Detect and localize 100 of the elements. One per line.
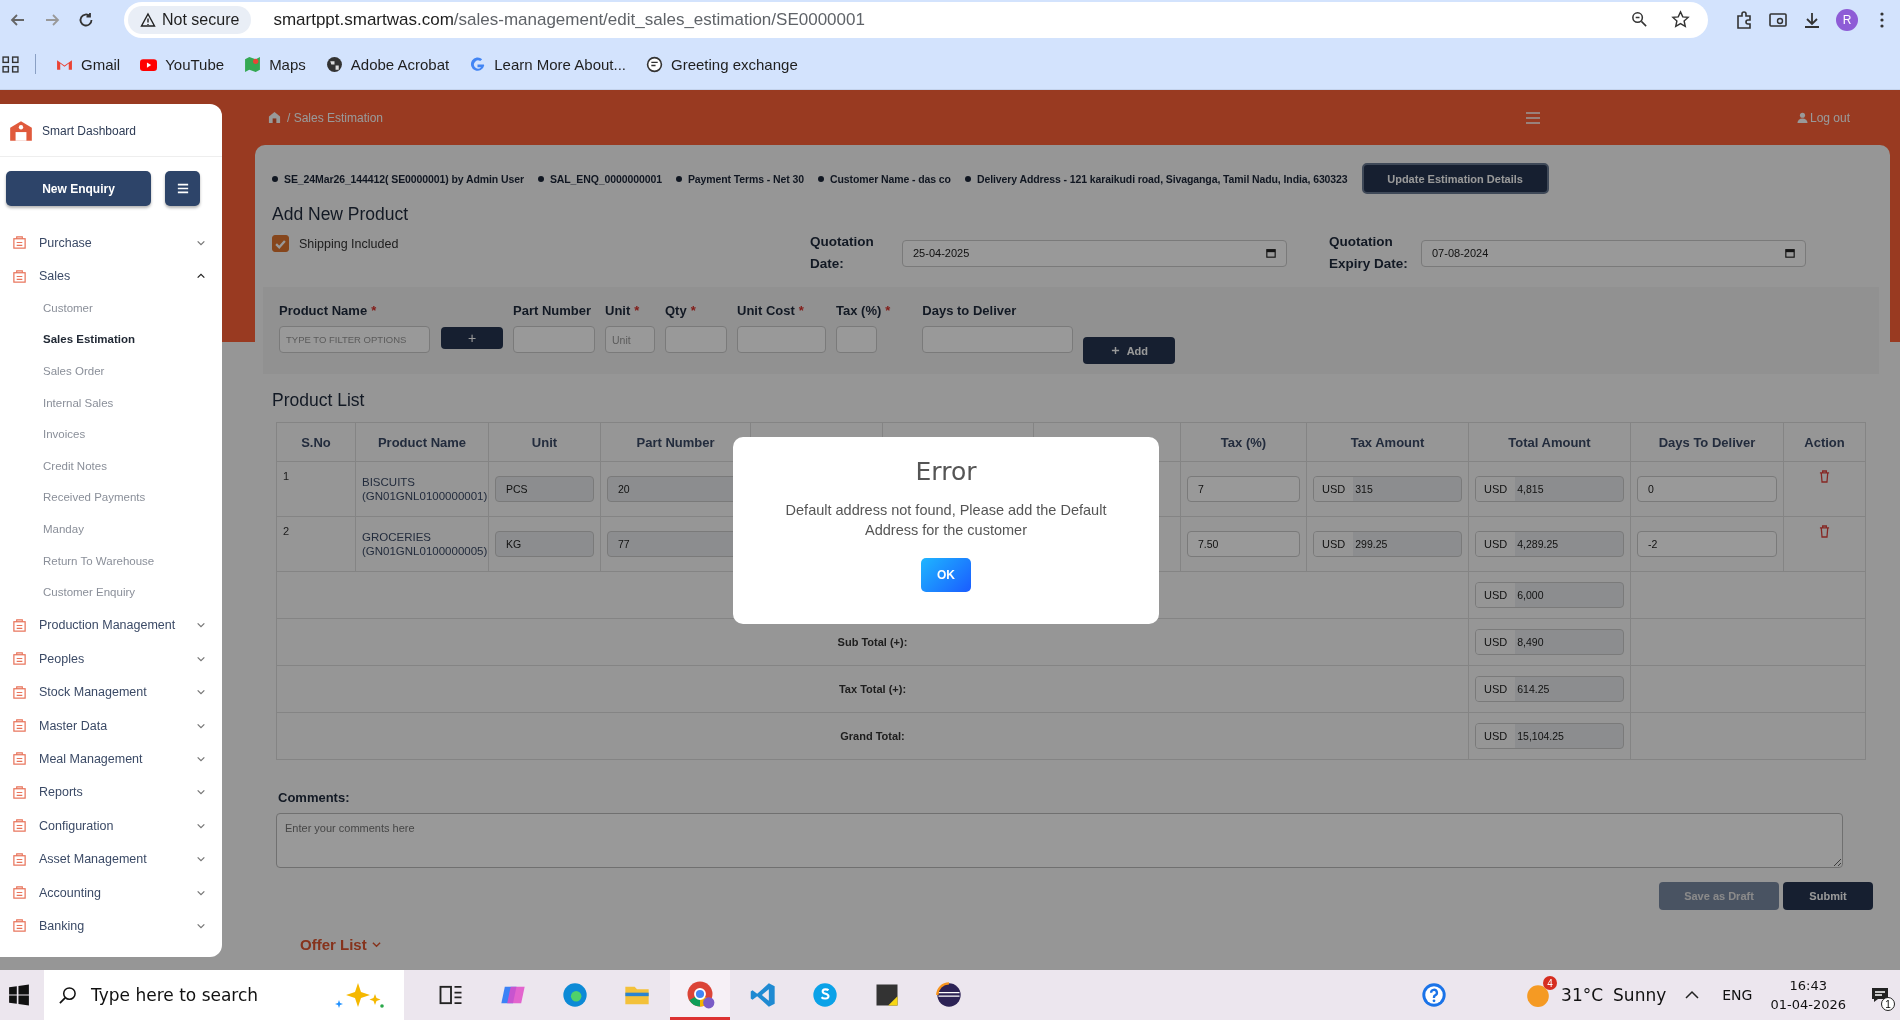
url-text[interactable]: smartppt.smartwas.com/sales-management/edit_sales_estimation/SE0000001 [273,9,1608,30]
unit-cost-field[interactable] [737,326,826,353]
bookmark-link[interactable]: Learn More About... [469,55,626,73]
home-icon[interactable] [268,111,281,124]
map-icon [244,55,262,73]
sidebar-subitem[interactable]: Customer [0,292,222,325]
bookmark-link[interactable]: Maps [244,55,306,73]
sidebar-item[interactable]: Meal Management [0,742,222,776]
sidebar-subitem[interactable]: Credit Notes [0,450,222,483]
help-icon[interactable] [1420,981,1449,1009]
menu-button[interactable] [165,171,200,206]
field-label: Tax (%) [836,303,882,318]
new-enquiry-button[interactable]: New Enquiry [6,171,151,206]
edge-browser-icon[interactable] [561,981,589,1009]
total-field[interactable]: USD 15,104.25 [1475,723,1624,749]
sidebar-subitem[interactable]: Internal Sales [0,387,222,420]
bookmark-link[interactable]: Gmail [56,55,121,73]
sidebar-subitem[interactable]: Sales Order [0,355,222,388]
unit-field[interactable]: Unit [605,326,655,353]
total-field[interactable]: USD 6,000 [1475,582,1624,608]
table-cell: 1 [276,461,356,517]
bookmark-link[interactable]: Greeting exchange [646,55,798,73]
sidebar-item[interactable]: Master Data [0,708,222,743]
bookmark-link[interactable]: YouTube [140,55,225,73]
item-days-field[interactable]: -2 [1637,531,1777,557]
sidebar-item[interactable]: Peoples [0,642,222,676]
module-icon [12,818,27,834]
profile-avatar[interactable]: R [1836,8,1858,31]
chrome-app-icon[interactable] [670,970,730,1020]
qty-field[interactable] [665,326,727,353]
code-editor-icon[interactable] [749,981,777,1009]
update-estimation-button[interactable]: Update Estimation Details [1361,163,1549,194]
sidebar-subitem[interactable]: Return To Warehouse [0,545,222,578]
item-tax-amount-field[interactable]: USD 315 [1313,476,1462,502]
sidebar-subitem[interactable]: Customer Enquiry [0,577,222,609]
part-number-field[interactable] [513,326,595,353]
apps-grid-icon[interactable] [2,55,19,73]
quotation-date-field[interactable]: 25-04-2025 [902,239,1287,267]
section-title: Product List [272,390,366,411]
breadcrumb: / Sales Estimation [287,110,384,125]
item-tax-field[interactable]: 7.50 [1187,531,1300,557]
sidebar-subitem[interactable]: Received Payments [0,482,222,514]
total-field[interactable]: USD 614.25 [1475,676,1624,702]
add-button[interactable]: Add [1083,337,1176,364]
sidebar-item[interactable]: Configuration [0,809,222,843]
expiry-date-field[interactable]: 07-08-2024 [1421,239,1806,267]
module-icon [12,684,27,700]
sidebar-item[interactable]: Banking [0,909,222,943]
eclipse-icon[interactable] [935,981,963,1009]
sidebar-item[interactable]: Purchase [0,226,222,260]
skype-icon[interactable] [811,981,839,1009]
sidebar-subitem[interactable]: Invoices [0,419,222,451]
weather-condition: Sunny [1613,985,1667,1005]
windows-logo-icon[interactable] [8,984,30,1006]
sidebar-subitem[interactable]: Sales Estimation [0,324,222,356]
sidebar-item[interactable]: Asset Management [0,842,222,876]
item-tax-field[interactable]: 7 [1187,476,1300,502]
puzzle-icon[interactable] [1734,9,1754,30]
sidebar-item[interactable]: Reports [0,775,222,810]
sidebar-item[interactable]: Stock Management [0,675,222,709]
sidebar-item[interactable]: Production Management [0,608,222,643]
item-unit-field[interactable]: KG [495,531,594,557]
required-mark: * [885,303,891,318]
submit-button[interactable]: Submit [1783,882,1873,910]
ok-button[interactable]: OK [921,558,971,592]
field-label: Qty [665,303,687,318]
clock[interactable]: 16:43 01-04-2026 [1770,976,1846,1014]
item-total-amount-field[interactable]: USD 4,815 [1475,476,1624,502]
item-total-amount-field[interactable]: USD 4,289.25 [1475,531,1624,557]
shipping-checkbox[interactable]: Shipping Included [272,235,810,252]
delete-icon[interactable] [1819,525,1830,538]
product-name-field[interactable]: TYPE TO FILTER OPTIONS [279,326,430,353]
item-unit-field[interactable]: PCS [495,476,594,502]
sidebar-subitem[interactable]: Manday [0,513,222,546]
add-product-button[interactable]: + [441,326,503,349]
brand-name[interactable]: Smart Dashboard [42,124,137,138]
calendar-icon[interactable] [1266,248,1276,258]
days-to-deliver-field[interactable] [922,326,1074,353]
item-tax-amount-field[interactable]: USD 299.25 [1313,531,1462,557]
notifications-button[interactable]: 1 [1860,977,1900,1013]
comments-field[interactable]: Enter your comments here [276,813,1843,868]
security-chip[interactable]: Not secure [128,5,252,34]
item-days-field[interactable]: 0 [1637,476,1777,502]
field-label: Unit [605,303,631,318]
zoom-icon[interactable] [1630,10,1649,29]
required-mark: * [634,303,640,318]
sidebar-item[interactable]: Sales [0,259,222,293]
sidebar-item[interactable]: Accounting [0,875,222,910]
taskbar-search-field[interactable]: Type here to search [44,970,404,1020]
star-icon[interactable] [1671,10,1690,29]
calendar-icon[interactable] [1785,248,1795,258]
tax-field[interactable] [836,326,877,353]
bookmark-link[interactable]: Adobe Acrobat [325,55,450,73]
language-indicator[interactable]: ENG [1722,987,1753,1003]
total-field[interactable]: USD 8,490 [1475,629,1624,655]
expiry-date-label: Quotation Expiry Date: [1329,233,1409,273]
address-bar[interactable]: Not secure smartppt.smartwas.com/sales-management/edit_sales_estimation/SE0000001 [124,1,1708,38]
delete-icon[interactable] [1819,470,1830,483]
total-label: Tax Total (+): [838,683,907,695]
column-header: Tax Amount [1306,422,1469,462]
